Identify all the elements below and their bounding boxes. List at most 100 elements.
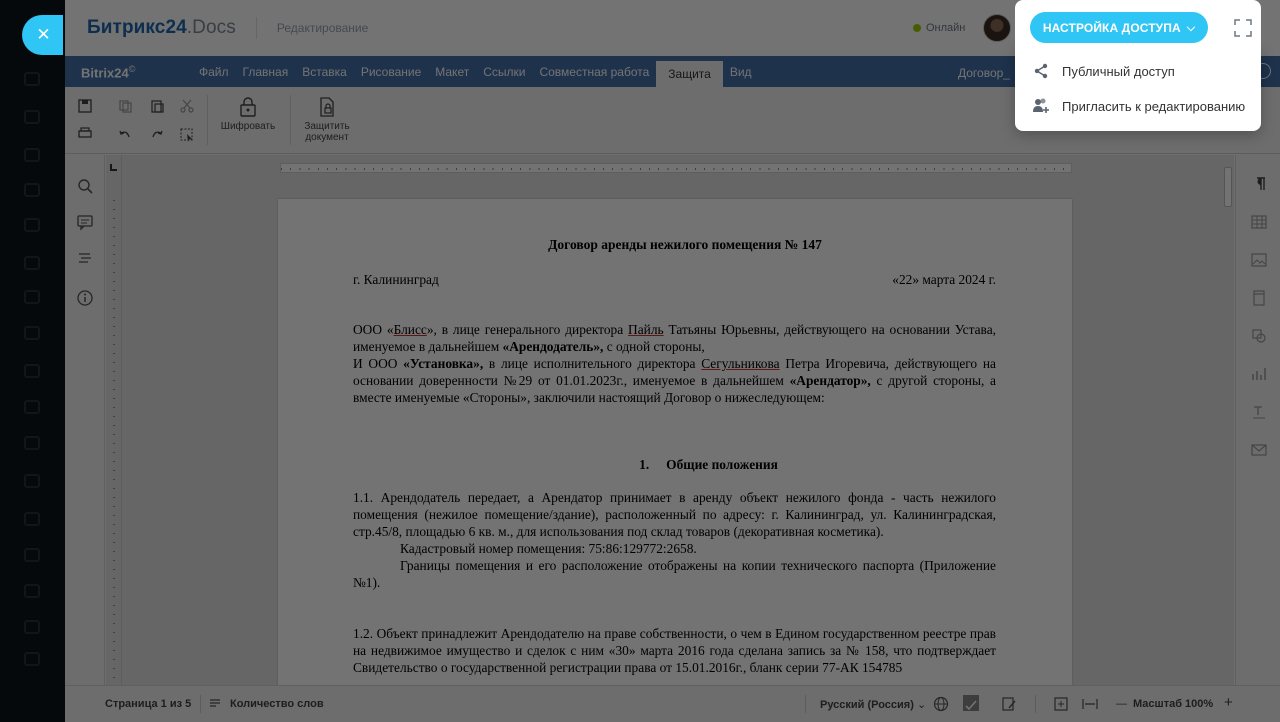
tab-references[interactable]: Ссылки — [476, 56, 532, 87]
rail-icon[interactable] — [24, 218, 40, 232]
tab-protection[interactable]: Защита — [656, 61, 723, 87]
horizontal-ruler — [280, 163, 1072, 173]
select-all-icon[interactable] — [179, 127, 195, 143]
globe-icon[interactable] — [933, 696, 949, 712]
paragraph-1-1: 1.1. Арендодатель передает, а Арендатор … — [353, 489, 996, 591]
paragraph-1-1-text: 1.1. Арендодатель передает, а Арендатор … — [353, 490, 996, 539]
rail-icon[interactable] — [24, 256, 40, 270]
tab-view[interactable]: Вид — [723, 56, 759, 87]
rail-icon[interactable] — [24, 110, 40, 124]
mail-merge-icon[interactable] — [1250, 441, 1268, 459]
rail-icon[interactable] — [24, 183, 40, 197]
tab-file[interactable]: Файл — [192, 56, 236, 87]
document-canvas[interactable]: Договор аренды нежилого помещения № 147 … — [122, 179, 1222, 685]
rail-icon[interactable] — [24, 620, 40, 634]
fit-page-icon[interactable] — [1053, 696, 1069, 712]
status-divider — [200, 695, 201, 713]
word-count-icon — [210, 699, 220, 707]
rail-icon[interactable] — [24, 474, 40, 488]
menubar-logo: Bitrix24© — [81, 64, 135, 80]
online-label: Онлайн — [926, 22, 966, 34]
share-icon — [1032, 62, 1050, 80]
tab-layout[interactable]: Макет — [428, 56, 476, 87]
encrypt-button[interactable]: Шифровать — [218, 96, 278, 132]
ruler-ticks — [113, 200, 115, 680]
rail-icon[interactable] — [24, 148, 40, 162]
text-art-icon[interactable] — [1250, 403, 1268, 421]
header-footer-icon[interactable] — [1250, 289, 1268, 307]
search-icon[interactable] — [76, 177, 94, 195]
rail-icon[interactable] — [24, 436, 40, 450]
document-city: г. Калининград — [353, 272, 439, 287]
tab-collaboration[interactable]: Совместная работа — [532, 56, 656, 87]
track-changes-icon[interactable] — [1001, 696, 1017, 712]
paragraph-tenant: И ООО «Установка», в лице исполнительног… — [353, 356, 996, 405]
online-dot-icon — [913, 24, 921, 32]
menu-item-public-access[interactable]: Публичный доступ — [1015, 53, 1261, 89]
chevron-down-icon: ⌵ — [1186, 20, 1196, 34]
save-icon[interactable] — [77, 98, 93, 114]
zoom-out-button[interactable]: — — [1116, 698, 1127, 710]
status-divider — [1035, 695, 1036, 713]
rail-icon[interactable] — [24, 548, 40, 562]
tab-insert[interactable]: Вставка — [295, 56, 354, 87]
protect-document-icon — [320, 97, 334, 117]
navigation-icon[interactable] — [76, 250, 94, 268]
rail-icon[interactable] — [24, 290, 40, 304]
spellcheck-icon[interactable] — [962, 694, 980, 712]
tab-draw[interactable]: Рисование — [354, 56, 428, 87]
avatar[interactable] — [983, 14, 1011, 42]
redo-icon[interactable] — [149, 127, 165, 143]
rail-icon[interactable] — [24, 512, 40, 526]
info-icon[interactable] — [76, 289, 94, 307]
ruler-ticks — [281, 168, 1071, 170]
table-settings-icon[interactable] — [1250, 213, 1268, 231]
chart-settings-icon[interactable] — [1250, 365, 1268, 383]
access-dropdown: Публичный доступ Пригласить к редактиров… — [1015, 0, 1261, 131]
tab-stop-icon[interactable] — [110, 164, 117, 171]
rail-icon[interactable] — [24, 652, 40, 666]
zoom-in-button[interactable]: + — [1224, 694, 1233, 711]
undo-icon[interactable] — [117, 127, 133, 143]
vertical-scrollbar[interactable] — [1222, 155, 1234, 685]
vertical-ruler — [106, 155, 122, 685]
print-icon[interactable] — [77, 125, 93, 141]
left-panel — [65, 155, 105, 685]
language-select[interactable]: Русский (Россия) ⌄ — [820, 698, 926, 711]
tab-home[interactable]: Главная — [236, 56, 296, 87]
rail-icon[interactable] — [24, 584, 40, 598]
rail-icon[interactable] — [24, 364, 40, 378]
online-status: Онлайн — [913, 22, 965, 34]
rail-icon[interactable] — [24, 326, 40, 340]
left-rail — [0, 0, 65, 722]
cut-icon[interactable] — [179, 98, 195, 114]
page-indicator[interactable]: Страница 1 из 5 — [105, 698, 191, 710]
copy-icon[interactable] — [117, 98, 133, 114]
shape-settings-icon[interactable] — [1250, 327, 1268, 345]
lock-icon — [240, 97, 256, 117]
paragraph-settings-icon[interactable] — [1250, 175, 1268, 193]
word-count[interactable]: Количество слов — [230, 698, 324, 710]
protect-label-2: документ — [305, 132, 349, 143]
image-settings-icon[interactable] — [1250, 251, 1268, 269]
header-divider — [255, 17, 257, 39]
toolbar-divider — [290, 95, 291, 145]
rail-icon[interactable] — [24, 72, 40, 86]
fit-width-icon[interactable] — [1081, 696, 1099, 712]
paragraph-parties: ООО «Блисс», в лице генерального директо… — [353, 321, 996, 406]
section-number: 1. — [639, 457, 650, 472]
expand-icon[interactable] — [1234, 19, 1252, 37]
menubar-logo-text: Bitrix24 — [81, 65, 129, 81]
protect-document-button[interactable]: Защитить документ — [299, 96, 355, 143]
document-page[interactable]: Договор аренды нежилого помещения № 147 … — [278, 199, 1072, 685]
rail-icon[interactable] — [24, 400, 40, 414]
menu-item-invite-edit[interactable]: Пригласить к редактированию — [1015, 88, 1261, 124]
scrollbar-thumb[interactable] — [1224, 167, 1232, 207]
document-name: Договор_ — [958, 66, 1010, 80]
brand-logo: Битрикс24.Docs — [87, 17, 236, 39]
section-title: Общие положения — [666, 457, 778, 472]
access-settings-button[interactable]: НАСТРОЙКА ДОСТУПА ⌵ — [1030, 12, 1208, 43]
close-button[interactable]: ✕ — [22, 15, 63, 55]
comments-icon[interactable] — [76, 213, 94, 231]
paste-icon[interactable] — [149, 98, 165, 114]
